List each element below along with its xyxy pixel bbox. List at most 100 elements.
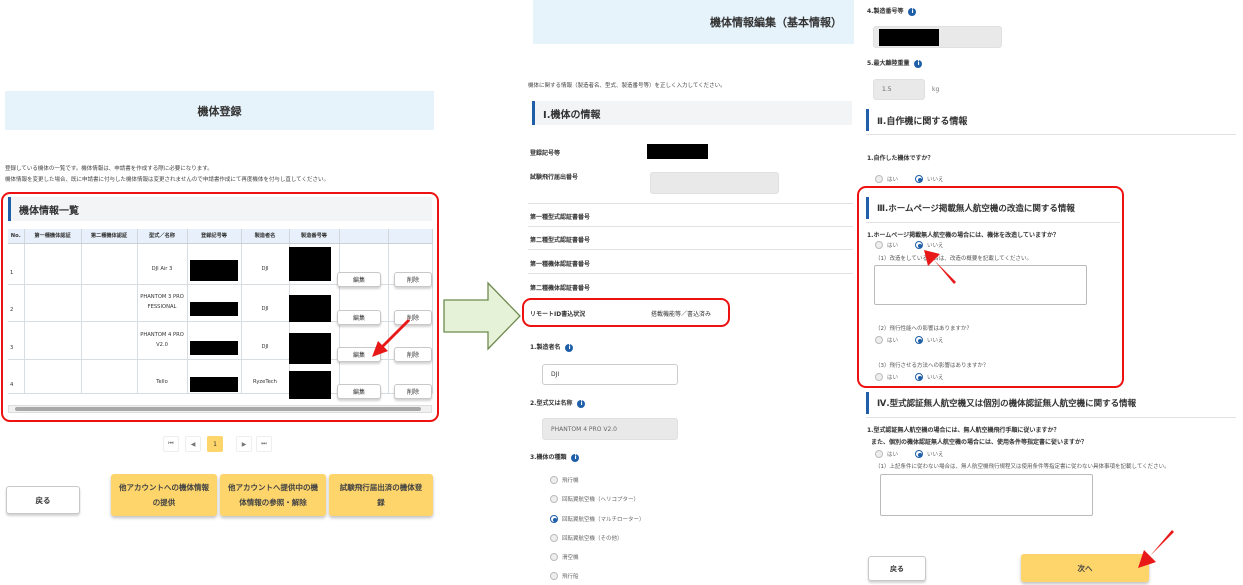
radio-circle[interactable]: [550, 495, 558, 503]
section-hp-modification: Ⅲ.ホームページ掲載無人航空機の改造に関する情報: [866, 197, 1120, 219]
kind-radio-rotor-other[interactable]: 回転翼航空機（その他）: [550, 534, 623, 542]
col-model: 型式／名称: [137, 229, 188, 244]
kind-radio-airship[interactable]: 飛行船: [550, 572, 579, 580]
reg-label: 登録記号等: [530, 150, 561, 157]
model-input[interactable]: PHANTOM 4 PRO V2.0: [542, 418, 678, 440]
divider: [528, 249, 853, 250]
hp-method-yes[interactable]: はい: [875, 373, 898, 381]
info-icon[interactable]: i: [908, 7, 917, 16]
radio-label: いいえ: [927, 338, 944, 344]
remote-id-label: リモートID書込状況: [530, 311, 586, 318]
back-button-right[interactable]: 戻る: [868, 556, 926, 581]
col-delete: [388, 229, 433, 244]
cert-textarea[interactable]: [880, 474, 1093, 516]
pager-next[interactable]: ▶: [236, 436, 252, 452]
page-title-mid: 機体情報編集（基本情報）: [533, 0, 854, 44]
radio-circle[interactable]: [875, 241, 883, 249]
back-button-left[interactable]: 戻る: [6, 486, 80, 514]
register-trial-flight-machine-button[interactable]: 試験飛行届出済の機体登録: [329, 474, 433, 516]
row-maker: DJI: [241, 321, 290, 360]
self-built-no[interactable]: いいえ: [915, 175, 944, 183]
self-built-yes[interactable]: はい: [875, 175, 898, 183]
redacted-reg-2: [190, 302, 238, 316]
divider: [528, 203, 853, 204]
pager-page-1[interactable]: 1: [207, 436, 223, 452]
info-icon[interactable]: i: [914, 59, 923, 68]
kind-radio-multirotor[interactable]: 回転翼航空機（マルチローター）: [550, 515, 645, 523]
pager-prev[interactable]: ◀: [185, 436, 201, 452]
view-provided-info-button[interactable]: 他アカウントへ提供中の機体情報の参照・解除: [220, 474, 326, 516]
radio-label: はい: [887, 452, 899, 458]
divider: [866, 134, 1236, 135]
info-icon[interactable]: i: [565, 343, 574, 352]
section-certified-machine: Ⅳ.型式認証無人航空機又は個別の機体認証無人航空機に関する情報: [866, 392, 1236, 414]
radio-circle-selected[interactable]: [550, 515, 558, 523]
radio-circle[interactable]: [875, 450, 883, 458]
weight-input[interactable]: 1.5: [873, 79, 925, 100]
radio-circle-selected[interactable]: [915, 373, 923, 381]
radio-label: はい: [887, 243, 899, 249]
hp-modification-textarea[interactable]: [874, 265, 1087, 305]
info-icon[interactable]: i: [571, 453, 580, 462]
cert-follow-no[interactable]: いいえ: [915, 450, 944, 458]
radio-label: はい: [887, 177, 899, 183]
info-icon[interactable]: i: [577, 399, 586, 408]
radio-circle[interactable]: [550, 572, 558, 580]
q-hp-modified: 1.ホームページ掲載無人航空機の場合には、機体を改造していますか？: [867, 232, 1059, 239]
redacted-reg-mid: [647, 144, 708, 159]
provide-to-other-account-button[interactable]: 他アカウントへの機体情報の提供: [111, 474, 217, 516]
edit-button[interactable]: 編集: [337, 384, 381, 399]
radio-circle[interactable]: [550, 476, 558, 484]
redacted-serial-4: [289, 371, 331, 399]
weight-label: 5.最大離陸重量 i: [867, 58, 923, 68]
row-no: 3: [8, 321, 25, 360]
radio-label: 回転翼航空機（その他）: [562, 536, 623, 542]
trial-number-input[interactable]: [650, 172, 779, 194]
row-maker: RyzeTech: [241, 359, 290, 394]
cert-follow-yes[interactable]: はい: [875, 450, 898, 458]
delete-button[interactable]: 削除: [394, 272, 432, 287]
list-description-1: 登録している機体の一覧です。機体情報は、申請書を作成する際に必要になります。: [5, 166, 213, 172]
hp-modified-yes[interactable]: はい: [875, 241, 898, 249]
hp-perf-yes[interactable]: はい: [875, 336, 898, 344]
serial-label: 4.製造番号等 i: [867, 6, 917, 16]
q-hp-sub3: （3）飛行させる方法への影響はありますか？: [875, 363, 989, 369]
row-model: PHANTOM 3 PROFESSIONAL: [137, 284, 188, 322]
radio-circle[interactable]: [875, 175, 883, 183]
row-maker: DJI: [241, 284, 290, 322]
radio-circle[interactable]: [550, 553, 558, 561]
next-button[interactable]: 次へ: [1021, 554, 1149, 582]
kind-label: 3.機体の種類 i: [530, 452, 580, 462]
edit-description: 機体に関する情報（製造者名、型式、製造番号等）を正しく入力してください。: [528, 83, 726, 89]
hp-method-no[interactable]: いいえ: [915, 373, 944, 381]
radio-circle-selected[interactable]: [915, 175, 923, 183]
cert2-type-label: 第二種型式認証書番号: [530, 237, 591, 244]
radio-label: 回転翼航空機（マルチローター）: [562, 517, 645, 523]
q-cert-sub: （1）上記条件に従わない場合は、無人航空機飛行規程又は使用条件等指定書に従わない…: [875, 464, 1170, 470]
row-model: DJI Air 3: [137, 243, 188, 285]
cert1-body-label: 第一種機体認証書番号: [530, 261, 591, 268]
row-no: 1: [8, 243, 25, 285]
maker-input[interactable]: DJI: [542, 364, 678, 385]
edit-button[interactable]: 編集: [337, 272, 381, 287]
kind-radio-glider[interactable]: 滑空機: [550, 553, 579, 561]
pager-first[interactable]: ⏮: [163, 436, 179, 452]
radio-label: いいえ: [927, 375, 944, 381]
delete-button[interactable]: 削除: [394, 384, 432, 399]
hp-perf-no[interactable]: いいえ: [915, 336, 944, 344]
table-scrollbar[interactable]: [8, 405, 432, 413]
radio-circle[interactable]: [875, 336, 883, 344]
scrollbar-thumb[interactable]: [15, 407, 421, 411]
row-model: PHANTOM 4 PRO V2.0: [137, 321, 188, 360]
row-no: 4: [8, 359, 25, 394]
divider: [528, 273, 853, 274]
kind-radio-airplane[interactable]: 飛行機: [550, 476, 579, 484]
radio-circle[interactable]: [550, 534, 558, 542]
radio-circle-selected[interactable]: [915, 336, 923, 344]
redacted-serial-3: [289, 333, 331, 364]
kind-radio-heli[interactable]: 回転翼航空機（ヘリコプター）: [550, 495, 639, 503]
radio-circle[interactable]: [875, 373, 883, 381]
weight-label-text: 5.最大離陸重量: [867, 60, 910, 67]
pager-last[interactable]: ⏭: [256, 436, 272, 452]
radio-circle-selected[interactable]: [915, 450, 923, 458]
